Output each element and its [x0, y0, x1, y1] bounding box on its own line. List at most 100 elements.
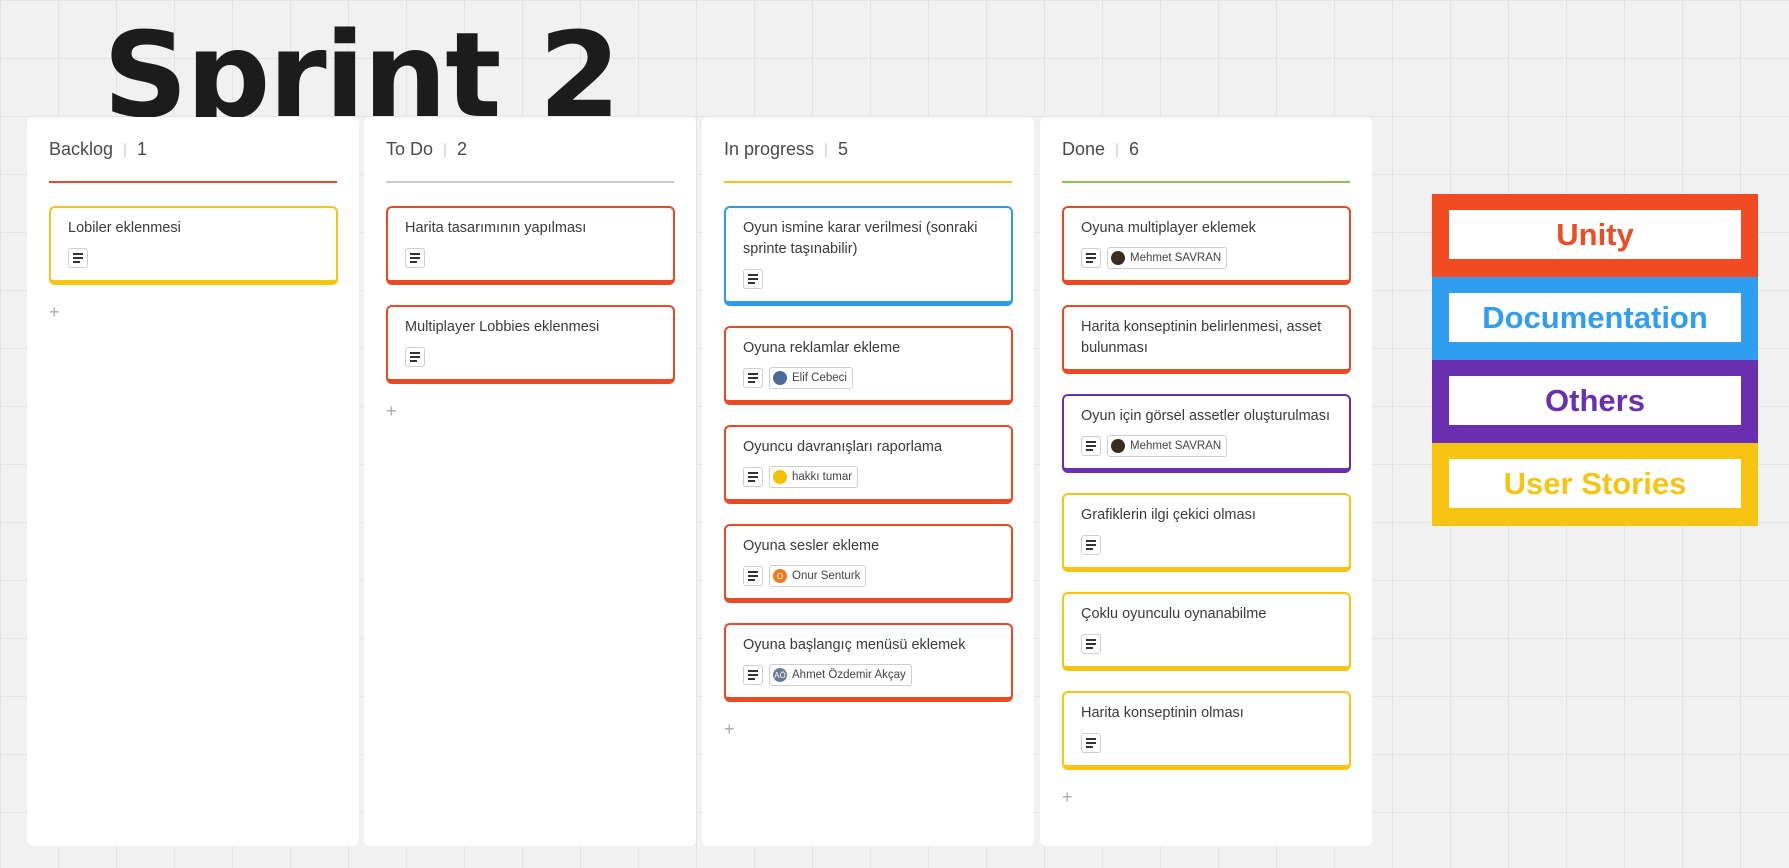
card[interactable]: Harita konseptinin belirlenmesi, asset b… — [1062, 305, 1351, 374]
description-icon[interactable] — [405, 248, 425, 268]
card[interactable]: Çoklu oyunculu oynanabilme — [1062, 592, 1351, 671]
card-title: Oyuna sesler ekleme — [743, 538, 880, 554]
header-separator: | — [1115, 141, 1119, 158]
column-header[interactable]: Backlog | 1 — [49, 139, 337, 178]
add-card-button[interactable]: + — [1062, 788, 1073, 806]
column-count: 1 — [136, 139, 147, 159]
assignee-name: Mehmet SAVRAN — [1130, 252, 1222, 264]
card-title: Grafiklerin ilgi çekici olması — [1081, 507, 1256, 523]
assignee-chip[interactable]: hakkı tumar — [769, 466, 859, 488]
legend-label: Documentation — [1449, 293, 1741, 342]
assignee-name: Onur Senturk — [792, 570, 861, 582]
card[interactable]: Lobiler eklenmesi — [49, 206, 338, 285]
assignee-chip[interactable]: Elif Cebeci — [769, 367, 853, 389]
column-header[interactable]: Done | 6 — [1062, 139, 1350, 178]
card-title: Harita konseptinin olması — [1081, 705, 1244, 721]
card[interactable]: Grafiklerin ilgi çekici olması — [1062, 493, 1351, 572]
card-meta — [743, 267, 994, 291]
card[interactable]: Harita konseptinin olması — [1062, 691, 1351, 770]
card-list: Oyuna multiplayer eklemek Mehmet SAVRAN Ha… — [1062, 206, 1351, 808]
card[interactable]: Oyuna reklamlar ekleme Elif Cebeci — [724, 326, 1013, 405]
card[interactable]: Multiplayer Lobbies eklenmesi — [386, 305, 675, 384]
description-icon[interactable] — [1081, 436, 1101, 456]
add-card-button[interactable]: + — [386, 402, 397, 420]
card-list: Oyun ismine karar verilmesi (sonraki spr… — [724, 206, 1013, 740]
assignee-chip[interactable]: Mehmet SAVRAN — [1107, 247, 1228, 269]
card-meta: hakkı tumar — [743, 465, 994, 489]
avatar — [773, 371, 787, 385]
avatar: O — [773, 569, 787, 583]
card-title: Oyun için görsel assetler oluşturulması — [1081, 408, 1331, 424]
card-meta — [68, 246, 319, 270]
add-card-button[interactable]: + — [49, 303, 60, 321]
card-title: Oyuncu davranışları raporlama — [743, 439, 943, 455]
legend-label: Others — [1449, 376, 1741, 425]
column-count: 6 — [1128, 139, 1139, 159]
column-divider — [49, 181, 337, 183]
card-meta: AÖ Ahmet Özdemir Akçay — [743, 663, 994, 687]
card-meta — [1081, 731, 1332, 755]
legend-label: Unity — [1449, 210, 1741, 259]
card[interactable]: Harita tasarımının yapılması — [386, 206, 675, 285]
legend-item-documentation[interactable]: Documentation — [1432, 277, 1758, 360]
card-title: Oyuna reklamlar ekleme — [743, 340, 901, 356]
description-icon[interactable] — [743, 566, 763, 586]
card[interactable]: Oyun için görsel assetler oluşturulması M… — [1062, 394, 1351, 473]
avatar — [1111, 439, 1125, 453]
card[interactable]: Oyun ismine karar verilmesi (sonraki spr… — [724, 206, 1013, 306]
assignee-chip[interactable]: AÖ Ahmet Özdemir Akçay — [769, 664, 912, 686]
assignee-name: Elif Cebeci — [792, 372, 847, 384]
card-meta: Mehmet SAVRAN — [1081, 434, 1332, 458]
column-backlog: Backlog | 1 Lobiler eklenmesi + — [27, 117, 359, 846]
description-icon[interactable] — [743, 368, 763, 388]
assignee-name: Mehmet SAVRAN — [1130, 440, 1222, 452]
description-icon[interactable] — [743, 269, 763, 289]
card-meta: O Onur Senturk — [743, 564, 994, 588]
description-icon[interactable] — [743, 665, 763, 685]
legend-item-user-stories[interactable]: User Stories — [1432, 443, 1758, 526]
card-meta: Elif Cebeci — [743, 366, 994, 390]
description-icon[interactable] — [1081, 634, 1101, 654]
card[interactable]: Oyuna multiplayer eklemek Mehmet SAVRAN — [1062, 206, 1351, 285]
legend-item-unity[interactable]: Unity — [1432, 194, 1758, 277]
card[interactable]: Oyuna sesler ekleme O Onur Senturk — [724, 524, 1013, 603]
description-icon[interactable] — [68, 248, 88, 268]
column-in-progress: In progress | 5 Oyun ismine karar verilmesi… — [702, 117, 1034, 846]
description-icon[interactable] — [1081, 733, 1101, 753]
legend-label: User Stories — [1449, 459, 1741, 508]
card-meta: Mehmet SAVRAN — [1081, 246, 1332, 270]
column-count: 2 — [456, 139, 467, 159]
card-title: Harita tasarımının yapılması — [405, 220, 587, 236]
card-meta — [1081, 632, 1332, 656]
card-title: Lobiler eklenmesi — [68, 220, 181, 236]
card-title: Oyuna multiplayer eklemek — [1081, 220, 1256, 236]
assignee-chip[interactable]: O Onur Senturk — [769, 565, 867, 587]
description-icon[interactable] — [1081, 535, 1101, 555]
header-separator: | — [443, 141, 447, 158]
column-divider — [1062, 181, 1350, 183]
card-meta — [1081, 533, 1332, 557]
assignee-name: Ahmet Özdemir Akçay — [792, 669, 906, 681]
legend-item-others[interactable]: Others — [1432, 360, 1758, 443]
description-icon[interactable] — [1081, 248, 1101, 268]
card-title: Oyuna başlangıç menüsü eklemek — [743, 637, 966, 653]
card[interactable]: Oyuna başlangıç menüsü eklemek AÖ Ahmet Öz… — [724, 623, 1013, 702]
add-card-button[interactable]: + — [724, 720, 735, 738]
legend: Unity Documentation Others User Stories — [1432, 194, 1758, 526]
card-list: Lobiler eklenmesi + — [49, 206, 338, 323]
column-divider — [386, 181, 674, 183]
card-title: Çoklu oyunculu oynanabilme — [1081, 606, 1267, 622]
card-title: Multiplayer Lobbies eklenmesi — [405, 319, 600, 335]
description-icon[interactable] — [743, 467, 763, 487]
avatar — [773, 470, 787, 484]
assignee-chip[interactable]: Mehmet SAVRAN — [1107, 435, 1228, 457]
card-title: Oyun ismine karar verilmesi (sonraki spr… — [743, 220, 978, 257]
assignee-name: hakkı tumar — [792, 471, 853, 483]
column-header[interactable]: In progress | 5 — [724, 139, 1012, 178]
column-name: In progress — [724, 139, 815, 159]
column-done: Done | 6 Oyuna multiplayer eklemek Mehmet SA… — [1040, 117, 1372, 846]
card[interactable]: Oyuncu davranışları raporlama hakkı tumar — [724, 425, 1013, 504]
description-icon[interactable] — [405, 347, 425, 367]
column-header[interactable]: To Do | 2 — [386, 139, 674, 178]
avatar: AÖ — [773, 668, 787, 682]
